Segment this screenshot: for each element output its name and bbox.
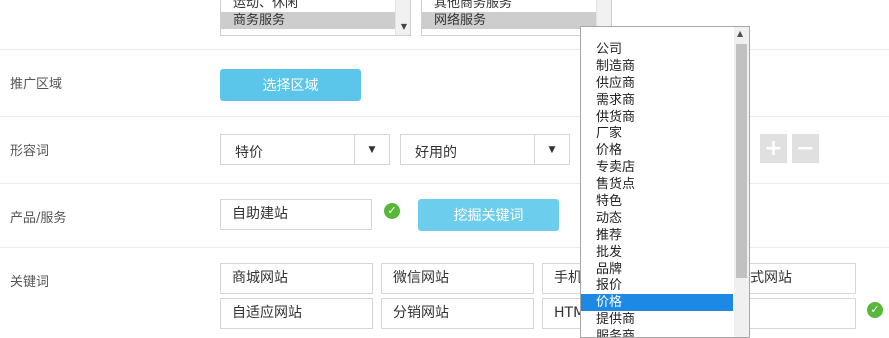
product-input[interactable]: 自助建站 <box>220 199 372 230</box>
add-button[interactable]: + <box>760 134 787 163</box>
dropdown-option[interactable]: 价格 <box>581 142 733 159</box>
dropdown-option[interactable]: 专卖店 <box>581 159 733 176</box>
keyword-input[interactable]: 自适应网站 <box>220 298 373 329</box>
check-icon: ✓ <box>384 203 400 219</box>
listbox-scrollbar[interactable]: ▼ <box>395 0 410 35</box>
divider <box>0 49 889 50</box>
dropdown-option-highlighted[interactable]: 价格 <box>581 294 733 312</box>
chevron-down-icon[interactable]: ▼ <box>534 135 569 164</box>
dropdown-option[interactable]: 供应商 <box>581 75 733 92</box>
dropdown-option[interactable]: 特色 <box>581 193 733 210</box>
dropdown-option[interactable]: 制造商 <box>581 58 733 75</box>
industry-listbox-left[interactable]: 运动、休闲 商务服务 ▼ <box>220 0 411 36</box>
keywords-label: 关键词 <box>10 275 50 290</box>
adjective-label: 形容词 <box>10 144 50 159</box>
chevron-down-icon[interactable]: ▼ <box>354 135 389 164</box>
dropdown-option[interactable]: 推荐 <box>581 227 733 244</box>
dropdown-option[interactable]: 需求商 <box>581 92 733 109</box>
dropdown-option[interactable]: 品牌 <box>581 261 733 278</box>
adjective-dropdown-list[interactable]: 公司 制造商 供应商 需求商 供货商 厂家 价格 专卖店 售货点 特色 动态 推荐 批发 品牌 报价 价格 提供… <box>580 26 750 338</box>
listbox-option-selected[interactable]: 商务服务 <box>221 12 410 29</box>
dropdown-option[interactable]: 提供商 <box>581 311 733 328</box>
listbox-option[interactable]: 运动、休闲 <box>221 0 410 12</box>
check-icon: ✓ <box>867 302 883 318</box>
dropdown-option[interactable]: 售货点 <box>581 176 733 193</box>
mine-keywords-button[interactable]: 挖掘关键词 <box>418 199 559 231</box>
chevron-down-icon[interactable]: ▼ <box>401 22 407 31</box>
dropdown-option[interactable]: 服务商 <box>581 328 733 337</box>
divider <box>0 183 889 184</box>
dropdown-option[interactable]: 公司 <box>581 41 733 58</box>
product-label: 产品/服务 <box>10 211 67 226</box>
dropdown-option[interactable]: 报价 <box>581 277 733 294</box>
dropdown-option[interactable]: 供货商 <box>581 109 733 126</box>
region-label: 推广区域 <box>10 77 63 92</box>
dropdown-option[interactable]: 批发 <box>581 244 733 261</box>
keyword-input-text: 式网站 <box>750 270 792 286</box>
keyword-input[interactable]: 分销网站 <box>381 298 534 329</box>
keyword-input[interactable]: 微信网站 <box>381 263 534 294</box>
keyword-input[interactable]: 商城网站 <box>220 263 373 294</box>
dropdown-scrollbar[interactable]: ▲ <box>734 27 749 337</box>
adjective-select-2[interactable]: 好用的 ▼ <box>400 134 570 165</box>
select-value: 特价 <box>235 145 263 161</box>
adjective-select-1[interactable]: 特价 ▼ <box>220 134 390 165</box>
dropdown-option[interactable]: 动态 <box>581 210 733 227</box>
select-region-button[interactable]: 选择区域 <box>220 69 361 101</box>
select-value: 好用的 <box>415 145 457 161</box>
dropdown-options: 公司 制造商 供应商 需求商 供货商 厂家 价格 专卖店 售货点 特色 动态 推荐 批发 品牌 报价 价格 提供… <box>581 41 733 337</box>
chevron-up-icon[interactable]: ▲ <box>737 29 743 38</box>
scrollbar-thumb[interactable] <box>736 44 747 278</box>
listbox-option[interactable]: 其他商务服务 <box>422 0 611 12</box>
divider <box>0 247 889 248</box>
divider <box>0 116 889 117</box>
dropdown-option[interactable]: 厂家 <box>581 125 733 142</box>
remove-button[interactable]: − <box>792 134 819 163</box>
